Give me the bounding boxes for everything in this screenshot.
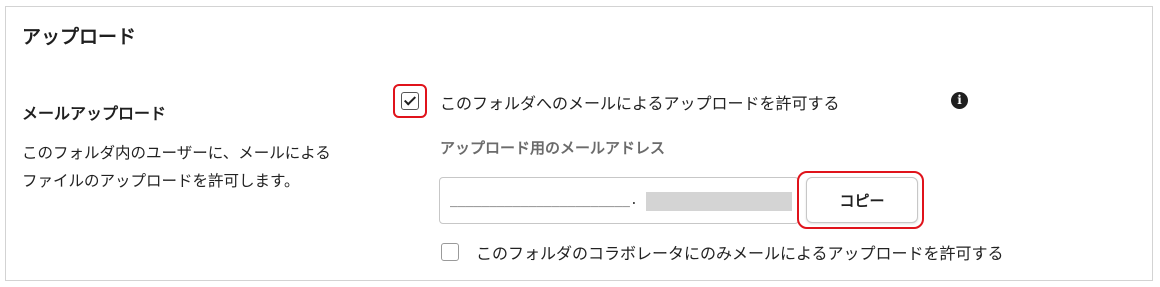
collaborators-only-checkbox[interactable] (441, 243, 459, 261)
email-upload-description: このフォルダ内のユーザーに、メールによるファイルのアップロードを許可します。 (22, 144, 331, 190)
section-title: アップロード (22, 26, 137, 48)
allow-email-upload-label[interactable]: このフォルダへのメールによるアップロードを許可する (440, 90, 840, 114)
copy-button[interactable]: コピー (806, 177, 918, 223)
collaborators-only-label[interactable]: このフォルダのコラボレータにのみメールによるアップロードを許可する (476, 240, 1004, 264)
upload-email-address-field[interactable]: _______________________. (439, 177, 799, 224)
allow-email-upload-checkbox[interactable] (401, 92, 419, 110)
info-circle-icon[interactable]: i (951, 92, 968, 109)
redacted-address-block (646, 192, 792, 211)
upload-address-label: アップロード用のメールアドレス (440, 139, 666, 157)
upload-email-address-value: _______________________. (450, 193, 638, 208)
email-upload-title: メールアップロード (22, 104, 167, 123)
